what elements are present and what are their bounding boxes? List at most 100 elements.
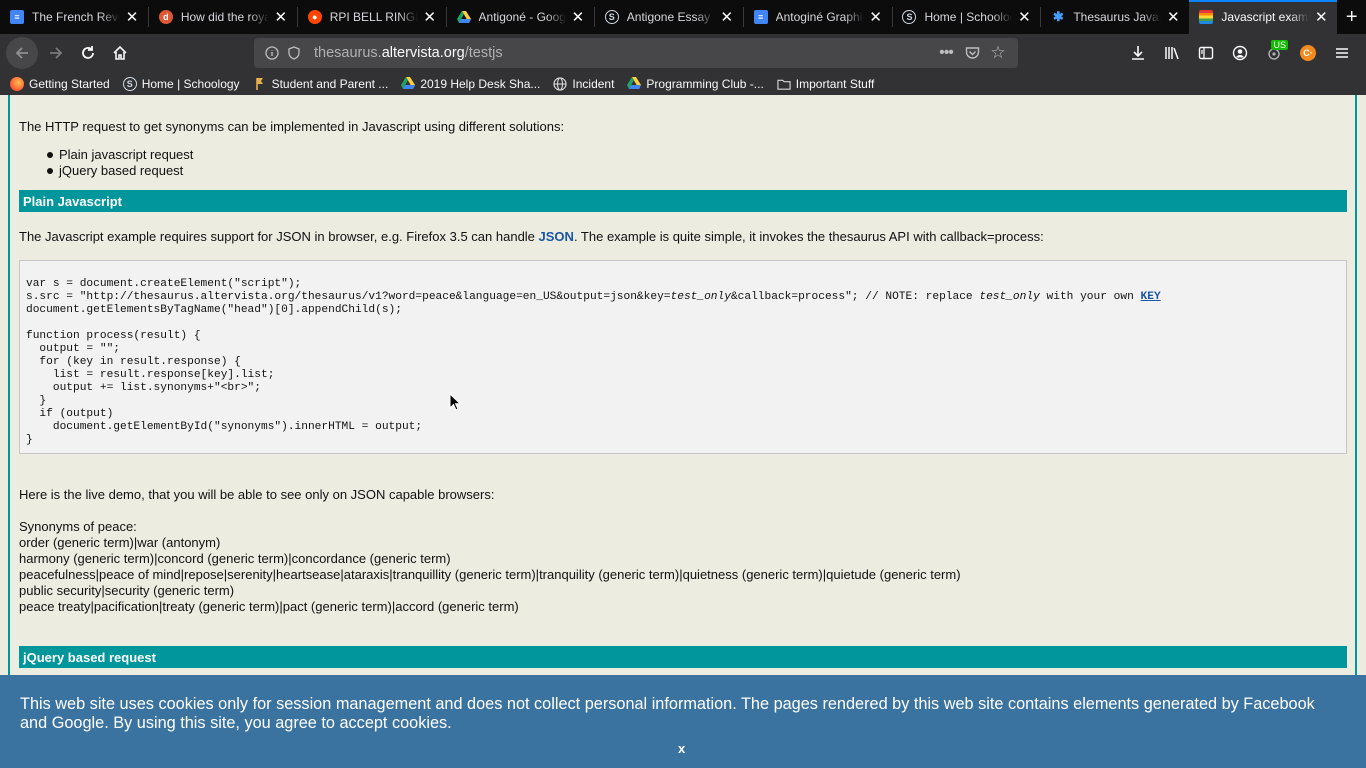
synonyms-title: Synonyms of peace:: [19, 519, 137, 534]
code-segment: test_only: [670, 291, 731, 303]
close-icon[interactable]: ✕: [868, 9, 884, 26]
rainbow-icon: [1199, 10, 1214, 24]
section-heading-jquery: jQuery based request: [19, 646, 1347, 668]
tab-title: RPI BELL RINGIN: [329, 10, 418, 24]
close-icon[interactable]: ✕: [570, 9, 586, 26]
new-tab-button[interactable]: +: [1337, 0, 1366, 34]
code-segment: test_only: [979, 291, 1040, 303]
downloads-button[interactable]: [1122, 37, 1154, 69]
bookmark-programming-club[interactable]: Programming Club -...: [627, 77, 764, 91]
synonym-line: harmony (generic term)|concord (generic …: [19, 551, 451, 566]
code-line: output = "";: [26, 343, 120, 355]
json-link[interactable]: JSON: [539, 229, 574, 244]
close-icon[interactable]: ✕: [1165, 9, 1181, 26]
extension-badge: US: [1271, 40, 1288, 50]
tab-antigone-graphic[interactable]: ≡ Antoginé Graphic ✕: [744, 0, 892, 34]
close-icon[interactable]: ✕: [124, 9, 140, 26]
sidebar-button[interactable]: [1190, 37, 1222, 69]
bookmark-star-icon[interactable]: ☆: [988, 43, 1008, 63]
bookmark-help-desk[interactable]: 2019 Help Desk Sha...: [401, 77, 540, 91]
close-icon[interactable]: ✕: [273, 9, 289, 26]
tab-royal[interactable]: d How did the roya ✕: [149, 0, 297, 34]
close-icon[interactable]: ✕: [1313, 9, 1329, 26]
bookmark-label: Incident: [572, 76, 615, 91]
tab-french-revolution[interactable]: ≡ The French Revo ✕: [0, 0, 148, 34]
address-bar[interactable]: thesaurus.altervista.org/testjs ••• ☆: [254, 38, 1018, 68]
bookmark-student-parent[interactable]: Student and Parent ...: [253, 77, 388, 91]
synonym-line: public security|security (generic term): [19, 583, 235, 598]
bookmark-label: Home | Schoology: [141, 76, 240, 91]
bookmark-folder-important[interactable]: Important Stuff: [777, 76, 875, 91]
url-domain: altervista.org: [381, 45, 465, 61]
url-subdomain: thesaurus.: [314, 45, 382, 61]
firefox-icon: [10, 76, 24, 91]
back-button[interactable]: [6, 37, 38, 69]
url-text[interactable]: thesaurus.altervista.org/testjs: [314, 45, 936, 61]
cookie-notice-text: This web site uses cookies only for sess…: [20, 695, 1315, 732]
synonym-line: order (generic term)|war (antonym): [19, 535, 221, 550]
tab-antigone-essay[interactable]: S Antigone Essay 2 ✕: [595, 0, 743, 34]
close-icon[interactable]: ✕: [422, 9, 438, 26]
code-segment: &callback=process"; // NOTE: replace: [730, 291, 980, 303]
download-icon: [1132, 46, 1144, 60]
code-line: output += list.synonyms+"<br>";: [26, 382, 261, 394]
tab-title: Thesaurus Javas: [1073, 10, 1162, 24]
list-item: Plain javascript request: [47, 147, 193, 163]
mouse-cursor-icon: [449, 393, 461, 411]
info-icon[interactable]: [262, 43, 282, 63]
code-line: s.src = "http://thesaurus.altervista.org…: [26, 291, 1340, 304]
close-icon[interactable]: ✕: [1016, 9, 1032, 26]
code-line: var s = document.createElement("script")…: [26, 278, 302, 290]
drive-icon: [401, 77, 416, 91]
docs-icon: ≡: [753, 10, 768, 24]
reload-button[interactable]: [72, 37, 104, 69]
honey-extension-button[interactable]: C·: [1292, 37, 1324, 69]
tab-title: Javascript examp: [1221, 10, 1310, 24]
forward-button[interactable]: [40, 37, 72, 69]
extension-button[interactable]: US: [1258, 37, 1290, 69]
toolbar-right: US C·: [1122, 37, 1362, 69]
tab-antigone-drive[interactable]: Antigoné - Goog ✕: [447, 0, 594, 34]
bookmark-incident[interactable]: Incident: [553, 77, 614, 91]
close-icon[interactable]: ✕: [719, 9, 735, 26]
account-icon: [1232, 45, 1248, 61]
bookmark-label: Getting Started: [29, 76, 110, 91]
bookmarks-toolbar: Getting Started S Home | Schoology Stude…: [0, 72, 1366, 95]
home-button[interactable]: [104, 37, 136, 69]
key-link[interactable]: KEY: [1141, 291, 1161, 303]
tab-rpi-bell[interactable]: ● RPI BELL RINGIN ✕: [298, 0, 446, 34]
synonyms-output: Synonyms of peace: order (generic term)|…: [19, 519, 961, 615]
bookmark-label: Important Stuff: [795, 76, 875, 91]
page-actions-icon[interactable]: •••: [936, 43, 956, 63]
code-line: list = result.response[key].list;: [26, 369, 275, 381]
cookie-close-button[interactable]: x: [678, 741, 685, 756]
duckduckgo-icon: d: [158, 10, 173, 24]
bookmark-getting-started[interactable]: Getting Started: [10, 76, 110, 91]
bookmark-home-schoology[interactable]: S Home | Schoology: [122, 76, 240, 91]
honey-icon: C·: [1300, 45, 1316, 61]
tab-title: Antigoné - Goog: [478, 10, 566, 24]
bookmark-label: 2019 Help Desk Sha...: [420, 76, 541, 91]
account-button[interactable]: [1224, 37, 1256, 69]
code-line: for (key in result.response) {: [26, 356, 241, 368]
desc-before: The Javascript example requires support …: [19, 229, 539, 244]
menu-button[interactable]: [1326, 37, 1358, 69]
tab-thesaurus[interactable]: ✱ Thesaurus Javas ✕: [1041, 0, 1189, 34]
description-text: The Javascript example requires support …: [19, 229, 1044, 245]
flag-icon: [253, 77, 267, 91]
back-arrow-icon: [15, 47, 28, 59]
tracking-shield-icon[interactable]: [284, 43, 304, 63]
tab-title: Antigone Essay 2: [626, 10, 715, 24]
library-button[interactable]: [1156, 37, 1188, 69]
folder-icon: [777, 77, 791, 91]
url-actions: ••• ☆: [936, 43, 1010, 63]
hamburger-menu-icon: [1336, 48, 1348, 58]
tab-home-schoology[interactable]: S Home | Schoolog ✕: [892, 0, 1040, 34]
tab-title: How did the roya: [180, 10, 269, 24]
home-icon: [113, 45, 127, 60]
tab-javascript-example[interactable]: Javascript examp ✕: [1189, 0, 1338, 34]
pocket-icon[interactable]: [962, 43, 982, 63]
code-segment: with your own: [1039, 291, 1141, 303]
drive-icon: [456, 10, 471, 24]
